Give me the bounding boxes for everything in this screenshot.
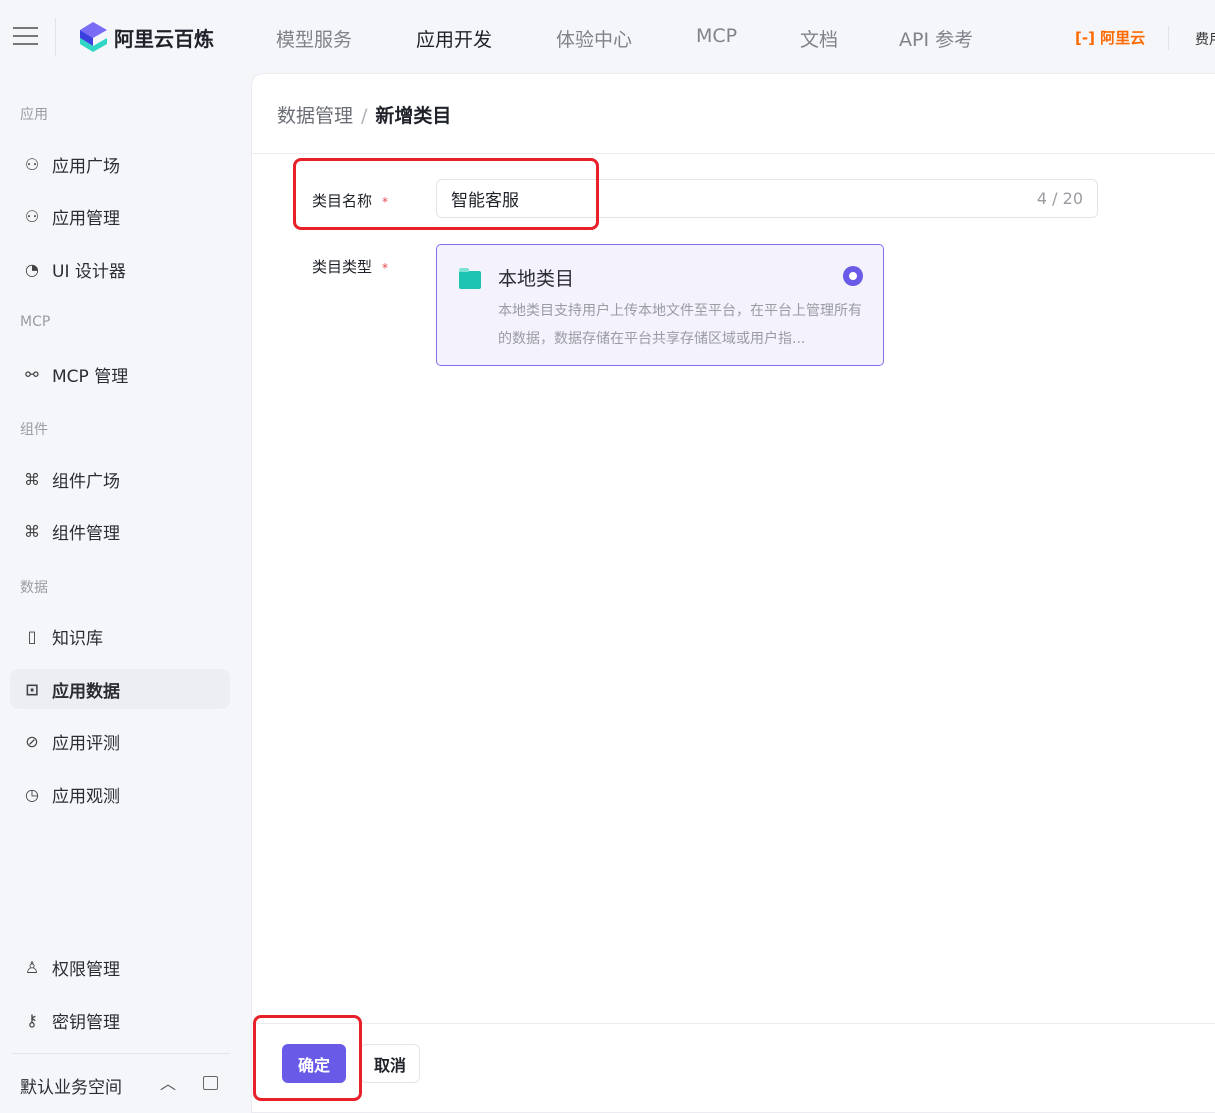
sidebar-item-app-data[interactable]: ⊡ 应用数据: [10, 669, 230, 709]
menu-icon[interactable]: [13, 27, 38, 45]
nav-experience[interactable]: 体验中心: [556, 25, 632, 52]
label-text: 类目类型: [312, 258, 373, 276]
sidebar-item-component-square[interactable]: ⌘ 组件广场: [10, 459, 230, 499]
section-component: 组件: [20, 422, 48, 438]
nav-app-dev[interactable]: 应用开发: [416, 25, 492, 52]
chevron-up-icon[interactable]: ︿: [160, 1070, 176, 1094]
sidebar-item-label: 应用评测: [52, 733, 120, 754]
folder-icon: [459, 268, 481, 289]
nav-api[interactable]: API 参考: [899, 25, 973, 52]
cancel-button[interactable]: 取消: [360, 1044, 420, 1083]
highlight-annotation: [293, 158, 599, 230]
divider: [55, 18, 56, 56]
sidebar-item-component-manage[interactable]: ⌘ 组件管理: [10, 511, 230, 551]
nav-docs[interactable]: 文档: [800, 25, 838, 52]
divider: [1168, 26, 1169, 50]
local-category-option[interactable]: 本地类目 本地类目支持用户上传本地文件至平台，在平台上管理所有的数据，数据存储在…: [436, 244, 884, 366]
nav-mcp[interactable]: MCP: [696, 25, 737, 47]
breadcrumb: 数据管理 / 新增类目: [277, 101, 451, 128]
sidebar-item-knowledge[interactable]: ▯ 知识库: [10, 616, 230, 656]
compass-icon: ⊘: [25, 731, 39, 751]
mcp-icon: ⚯: [25, 364, 39, 384]
collapse-sidebar-icon[interactable]: [203, 1076, 218, 1090]
option-description: 本地类目支持用户上传本地文件至平台，在平台上管理所有的数据，数据存储在平台共享存…: [498, 303, 862, 347]
chart-icon: ⊡: [25, 679, 39, 699]
key-icon: ⚷: [26, 1010, 38, 1030]
sidebar-item-permission[interactable]: ♙ 权限管理: [10, 947, 230, 987]
sidebar-item-label: 密钥管理: [52, 1012, 120, 1033]
divider: [252, 153, 1215, 154]
sidebar-item-app-eval[interactable]: ⊘ 应用评测: [10, 721, 230, 761]
sidebar-item-label: 权限管理: [52, 959, 120, 980]
pie-icon: ◷: [25, 784, 39, 804]
palette-icon: ◔: [25, 259, 39, 279]
divider: [12, 1053, 230, 1054]
puzzle-icon: ⌘: [24, 469, 40, 489]
radio-selected[interactable]: [843, 266, 863, 286]
sidebar-item-label: 应用观测: [52, 786, 120, 807]
sidebar-item-label: 组件广场: [52, 471, 120, 492]
breadcrumb-separator: /: [361, 105, 368, 127]
sidebar-item-label: 组件管理: [52, 523, 120, 544]
breadcrumb-parent[interactable]: 数据管理: [277, 105, 353, 127]
bailian-logo-icon: [80, 22, 107, 52]
sidebar-item-app-manage[interactable]: ⚇ 应用管理: [10, 196, 230, 236]
grid-icon: ⚇: [24, 206, 40, 226]
sidebar-item-app-observe[interactable]: ◷ 应用观测: [10, 774, 230, 814]
brand-name[interactable]: 阿里云百炼: [114, 23, 214, 52]
option-title: 本地类目: [498, 268, 575, 290]
section-data: 数据: [20, 580, 48, 596]
sidebar-item-label: 应用数据: [52, 681, 120, 702]
breadcrumb-current: 新增类目: [375, 105, 452, 127]
aliyun-link[interactable]: [-] 阿里云: [1075, 27, 1145, 48]
sidebar-item-ui-designer[interactable]: ◔ UI 设计器: [10, 249, 230, 289]
aliyun-logo-icon: [-]: [1075, 29, 1101, 47]
sidebar-item-label: 知识库: [52, 628, 103, 649]
book-icon: ▯: [27, 626, 37, 646]
category-type-label: 类目类型 *: [312, 256, 388, 277]
puzzle-gear-icon: ⌘: [24, 521, 40, 541]
required-mark: *: [382, 261, 389, 275]
sidebar-item-label: UI 设计器: [52, 261, 126, 282]
grid-icon: ⚇: [24, 154, 40, 174]
aliyun-label: 阿里云: [1100, 29, 1146, 47]
fee-link[interactable]: 费用: [1195, 29, 1215, 49]
section-app: 应用: [20, 107, 48, 123]
sidebar-item-keys[interactable]: ⚷ 密钥管理: [10, 1000, 230, 1040]
sidebar-item-mcp-manage[interactable]: ⚯ MCP 管理: [10, 354, 230, 394]
sidebar-item-label: MCP 管理: [52, 366, 129, 387]
nav-model-service[interactable]: 模型服务: [276, 25, 352, 52]
user-icon: ♙: [24, 957, 40, 977]
top-bar: 阿里云百炼 模型服务 应用开发 体验中心 MCP 文档 API 参考 [-] 阿…: [0, 0, 1215, 72]
char-count: 4 / 20: [1036, 189, 1083, 208]
highlight-annotation: [253, 1015, 362, 1101]
section-mcp: MCP: [20, 314, 51, 330]
workspace-switcher[interactable]: 默认业务空间: [20, 1073, 122, 1098]
sidebar-item-label: 应用广场: [52, 156, 120, 177]
sidebar-item-label: 应用管理: [52, 208, 120, 229]
sidebar-item-app-square[interactable]: ⚇ 应用广场: [10, 144, 230, 184]
divider: [252, 1023, 1215, 1024]
